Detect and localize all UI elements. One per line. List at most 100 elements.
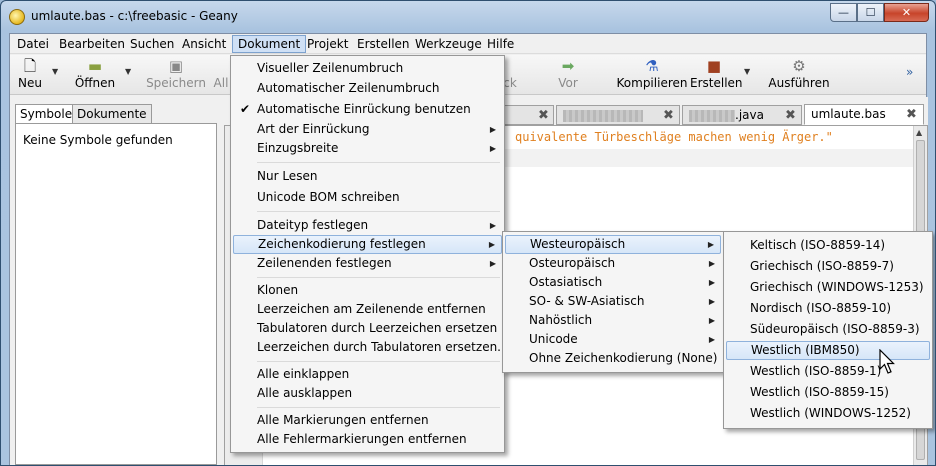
- open-button[interactable]: ▬ Öffnen: [70, 57, 120, 93]
- menu-item-read-only[interactable]: Nur Lesen: [233, 167, 502, 186]
- menu-item-ostasiatisch[interactable]: Ostasiatisch ▶: [505, 273, 721, 292]
- menu-item-auto-wrap[interactable]: Automatischer Zeilenumbruch: [233, 79, 502, 98]
- blurred-tab-title: [563, 109, 643, 122]
- menu-item-clone[interactable]: Klonen: [233, 281, 502, 300]
- submenu-arrow-icon: ▶: [708, 335, 715, 344]
- doc-tab-2[interactable]: ✖: [556, 105, 680, 125]
- submenu-arrow-icon: ▶: [708, 297, 715, 306]
- menu-werkzeuge[interactable]: Werkzeuge: [410, 35, 487, 53]
- new-button[interactable]: 🗋 Neu: [12, 57, 48, 93]
- doc-tab-umlaute-label: umlaute.bas: [811, 107, 886, 121]
- run-gear-icon: ⚙: [792, 57, 806, 75]
- save-all-label: All: [213, 76, 229, 90]
- menu-item-filetype[interactable]: Dateityp festlegen ▶: [233, 216, 502, 235]
- code-line-1: quivalente Türbeschläge machen wenig Ärg…: [515, 130, 833, 144]
- menu-item-iso-8859-7[interactable]: Griechisch (ISO-8859-7): [726, 257, 930, 276]
- forward-label: Vor: [558, 76, 578, 90]
- save-label: Speichern: [146, 76, 206, 90]
- menu-item-ibm850[interactable]: Westlich (IBM850): [726, 341, 930, 360]
- mouse-cursor-icon: [879, 349, 895, 374]
- geany-window: umlaute.bas - c:\freebasic - Geany — ☐ ✕…: [0, 0, 936, 466]
- menu-item-visual-wrap[interactable]: Visueller Zeilenumbruch: [233, 59, 502, 78]
- menu-item-windows-1253[interactable]: Griechisch (WINDOWS-1253): [726, 278, 930, 297]
- menu-separator: [257, 277, 500, 278]
- menu-item-encoding[interactable]: Zeichenkodierung festlegen ▶: [233, 235, 502, 254]
- menu-dokument[interactable]: Dokument: [232, 35, 307, 53]
- menu-item-nahoestlich[interactable]: Nahöstlich ▶: [505, 311, 721, 330]
- build-dropdown-icon[interactable]: ▼: [744, 67, 750, 76]
- run-button[interactable]: ⚙ Ausführen: [766, 57, 832, 93]
- minimize-button[interactable]: —: [830, 3, 857, 22]
- scroll-up-icon[interactable]: ▲: [916, 128, 922, 137]
- doc-tab-3-label: .java: [735, 108, 764, 122]
- menu-item-spaces-to-tabs[interactable]: Leerzeichen durch Tabulatoren ersetzen..…: [233, 338, 509, 357]
- tab-close-icon[interactable]: ✖: [538, 107, 549, 125]
- menu-item-unicode[interactable]: Unicode ▶: [505, 330, 721, 349]
- new-label: Neu: [18, 76, 42, 90]
- menu-item-no-encoding[interactable]: Ohne Zeichenkodierung (None): [505, 349, 721, 368]
- menu-item-tabs-to-spaces[interactable]: Tabulatoren durch Leerzeichen ersetzen: [233, 319, 502, 338]
- submenu-arrow-icon: ▶: [708, 259, 715, 268]
- menu-erstellen[interactable]: Erstellen: [352, 35, 415, 53]
- tab-close-icon[interactable]: ✖: [663, 107, 674, 125]
- submenu-arrow-icon: ▶: [708, 316, 715, 325]
- menu-projekt[interactable]: Projekt: [302, 35, 353, 53]
- menu-item-iso-8859-14[interactable]: Keltisch (ISO-8859-14): [726, 236, 930, 255]
- save-all-button[interactable]: All: [210, 57, 232, 93]
- menu-separator: [257, 361, 500, 362]
- doc-tab-1[interactable]: ✖: [504, 105, 554, 125]
- submenu-arrow-icon: ▶: [489, 221, 496, 230]
- menu-separator: [257, 407, 500, 408]
- forward-button[interactable]: ➡ Vor: [550, 57, 586, 93]
- menu-item-auto-indent[interactable]: ✔ Automatische Einrückung benutzen: [233, 100, 502, 119]
- maximize-button[interactable]: ☐: [857, 3, 884, 22]
- no-symbols-text: Keine Symbole gefunden: [23, 133, 173, 147]
- menu-item-fold-all[interactable]: Alle einklappen: [233, 365, 502, 384]
- compile-label: Kompilieren: [616, 76, 688, 90]
- menu-item-unfold-all[interactable]: Alle ausklappen: [233, 384, 502, 403]
- menu-item-line-endings[interactable]: Zeilenenden festlegen ▶: [233, 254, 502, 273]
- submenu-arrow-icon: ▶: [707, 240, 714, 249]
- tab-symbole[interactable]: Symbole: [15, 104, 78, 124]
- submenu-arrow-icon: ▶: [489, 144, 496, 153]
- menu-item-westeuropaeisch[interactable]: Westeuropäisch ▶: [505, 235, 721, 254]
- western-encodings-submenu: Keltisch (ISO-8859-14) Griechisch (ISO-8…: [723, 231, 933, 429]
- tab-close-icon[interactable]: ✖: [785, 107, 796, 125]
- open-dropdown-icon[interactable]: ▼: [125, 67, 131, 76]
- menu-item-strip-trailing[interactable]: Leerzeichen am Zeilenende entfernen: [233, 300, 502, 319]
- toolbar-overflow-icon[interactable]: »: [906, 65, 913, 79]
- blurred-tab-title: [689, 109, 735, 122]
- tab-dokumente[interactable]: Dokumente: [72, 104, 152, 124]
- check-icon: ✔: [240, 102, 251, 116]
- menu-item-remove-markers[interactable]: Alle Markierungen entfernen: [233, 411, 502, 430]
- menu-item-iso-8859-1[interactable]: Westlich (ISO-8859-1): [726, 362, 930, 381]
- new-file-icon: 🗋: [23, 57, 37, 75]
- menu-datei[interactable]: Datei: [12, 35, 54, 53]
- save-all-icon: [210, 57, 232, 75]
- build-bricks-icon: ■: [706, 57, 722, 75]
- menu-item-windows-1252[interactable]: Westlich (WINDOWS-1252): [726, 404, 930, 423]
- save-button[interactable]: ▣ Speichern: [146, 57, 206, 93]
- menu-ansicht[interactable]: Ansicht: [177, 35, 231, 53]
- build-button[interactable]: ■ Erstellen: [690, 57, 743, 93]
- doc-tab-umlaute[interactable]: umlaute.bas ✖: [804, 104, 924, 125]
- compile-button[interactable]: ⚗ Kompilieren: [616, 57, 688, 93]
- menu-item-unicode-bom[interactable]: Unicode BOM schreiben: [233, 188, 502, 207]
- menu-item-indent-type[interactable]: Art der Einrückung ▶: [233, 120, 502, 139]
- tab-close-icon[interactable]: ✖: [906, 106, 917, 124]
- new-dropdown-icon[interactable]: ▼: [52, 67, 58, 76]
- menu-item-remove-error-markers[interactable]: Alle Fehlermarkierungen entfernen: [233, 430, 502, 449]
- menu-item-osteuropaeisch[interactable]: Osteuropäisch ▶: [505, 254, 721, 273]
- menu-item-indent-width[interactable]: Einzugsbreite ▶: [233, 139, 502, 158]
- menu-item-iso-8859-3[interactable]: Südeuropäisch (ISO-8859-3): [726, 320, 930, 339]
- submenu-arrow-icon: ▶: [708, 278, 715, 287]
- menu-suchen[interactable]: Suchen: [125, 35, 179, 53]
- menu-item-iso-8859-10[interactable]: Nordisch (ISO-8859-10): [726, 299, 930, 318]
- close-button[interactable]: ✕: [884, 3, 929, 22]
- doc-tab-3[interactable]: .java ✖: [682, 105, 802, 125]
- menu-item-so-sw-asiatisch[interactable]: SO- & SW-Asiatisch ▶: [505, 292, 721, 311]
- menu-hilfe[interactable]: Hilfe: [482, 35, 519, 53]
- menu-bearbeiten[interactable]: Bearbeiten: [54, 35, 130, 53]
- menu-separator: [257, 211, 500, 212]
- menu-item-iso-8859-15[interactable]: Westlich (ISO-8859-15): [726, 383, 930, 402]
